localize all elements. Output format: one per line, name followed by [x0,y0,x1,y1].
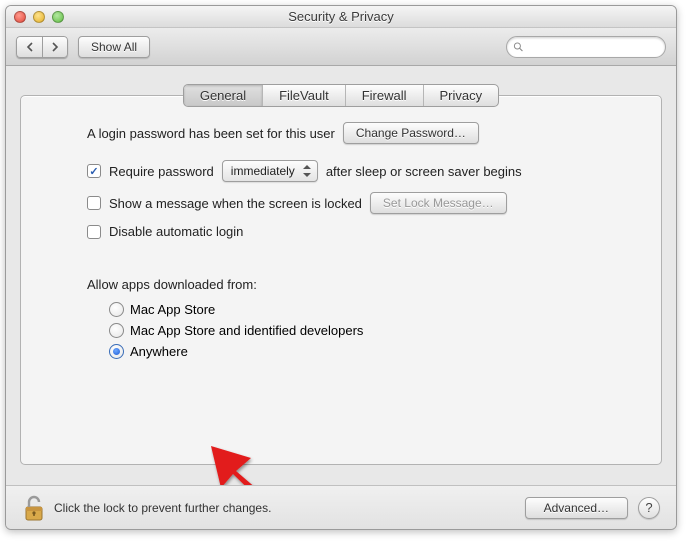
search-field[interactable] [506,36,666,58]
forward-button[interactable] [42,36,68,58]
back-button[interactable] [16,36,42,58]
show-all-button[interactable]: Show All [78,36,150,58]
search-input[interactable] [528,40,659,54]
window-title: Security & Privacy [6,9,676,24]
general-pane: A login password has been set for this u… [20,95,662,465]
set-lock-message-button[interactable]: Set Lock Message… [370,192,507,214]
lock-text: Click the lock to prevent further change… [54,501,271,515]
radio-anywhere-label: Anywhere [130,344,188,359]
close-icon[interactable] [14,11,26,23]
disable-autologin-label: Disable automatic login [109,224,243,239]
toolbar: Show All [6,28,676,66]
require-password-label: Require password [109,164,214,179]
show-message-checkbox[interactable] [87,196,101,210]
radio-mac-app-store-developers[interactable] [109,323,124,338]
tab-filevault[interactable]: FileVault [263,85,346,106]
tab-general[interactable]: General [184,85,263,106]
tab-firewall[interactable]: Firewall [346,85,424,106]
radio-anywhere[interactable] [109,344,124,359]
radio-mac-app-store-developers-label: Mac App Store and identified developers [130,323,363,338]
show-message-label: Show a message when the screen is locked [109,196,362,211]
preferences-window: Security & Privacy Show All General File… [5,5,677,530]
footer: Click the lock to prevent further change… [6,485,676,529]
help-button[interactable]: ? [638,497,660,519]
require-password-after: after sleep or screen saver begins [326,164,522,179]
allow-apps-label: Allow apps downloaded from: [87,277,639,292]
radio-mac-app-store-label: Mac App Store [130,302,215,317]
radio-mac-app-store[interactable] [109,302,124,317]
login-password-text: A login password has been set for this u… [87,126,335,141]
titlebar: Security & Privacy [6,6,676,28]
change-password-button[interactable]: Change Password… [343,122,479,144]
search-icon [513,41,524,53]
disable-autologin-checkbox[interactable] [87,225,101,239]
content: General FileVault Firewall Privacy A log… [6,66,676,465]
minimize-icon[interactable] [33,11,45,23]
advanced-button[interactable]: Advanced… [525,497,628,519]
tab-privacy[interactable]: Privacy [424,85,499,106]
require-password-checkbox[interactable] [87,164,101,178]
traffic-lights [14,11,64,23]
require-password-delay-select[interactable]: immediately [222,160,318,182]
nav-segment [16,36,68,58]
zoom-icon[interactable] [52,11,64,23]
lock-icon[interactable] [22,494,46,522]
tabs: General FileVault Firewall Privacy [183,84,499,107]
